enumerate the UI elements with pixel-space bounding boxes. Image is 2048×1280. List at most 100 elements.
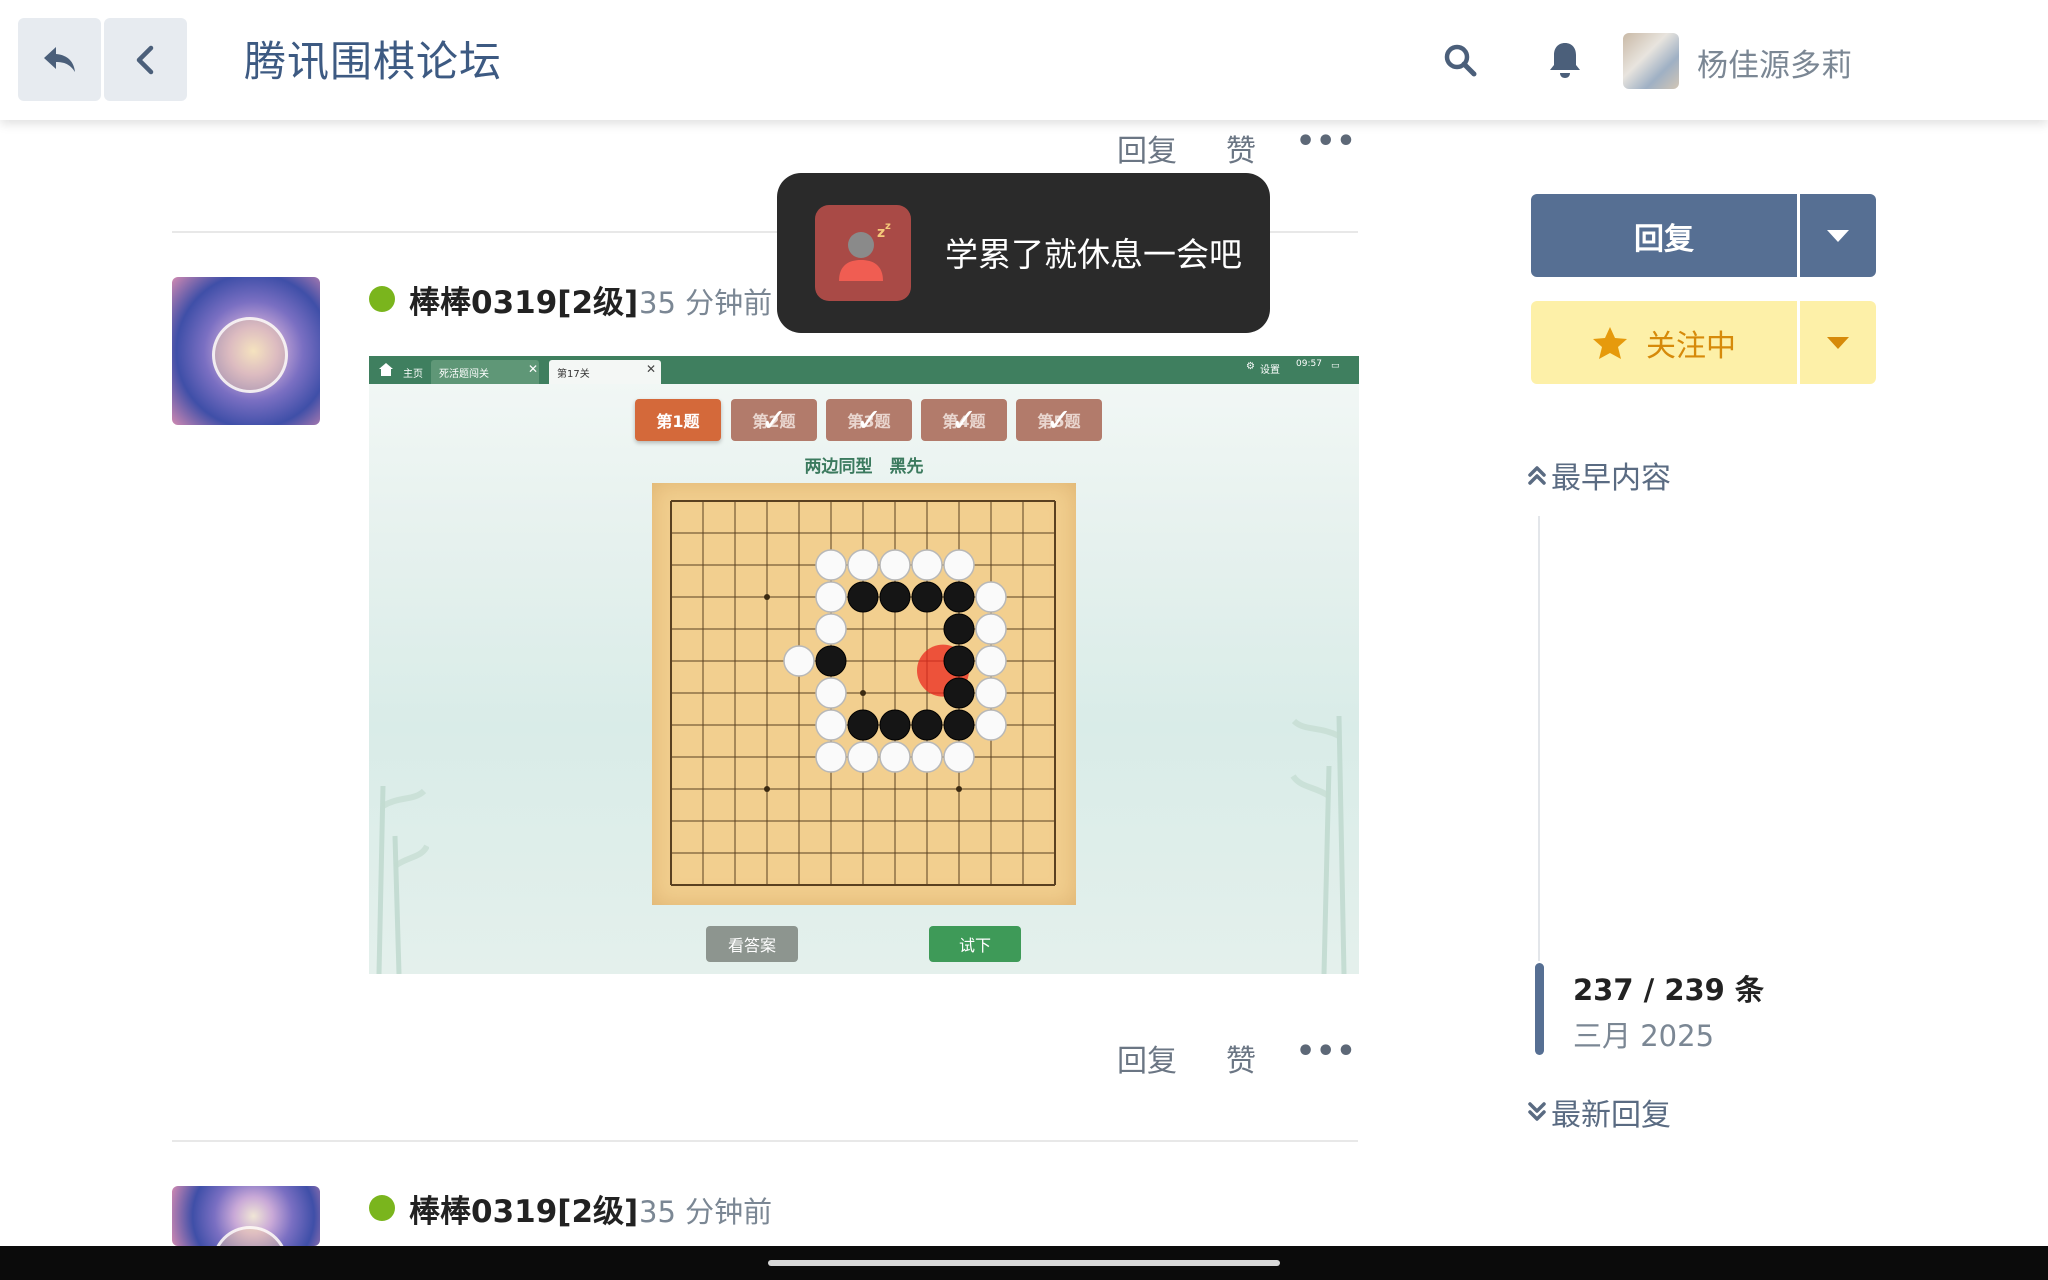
post-avatar[interactable] (172, 1186, 320, 1246)
black-stone (943, 677, 975, 709)
latest-reply-label: 最新回复 (1551, 1098, 1671, 1133)
post-image-go-problem[interactable]: 主页 死活题闯关 ✕ 第17关 ✕ ⚙ 设置 09:57 ▭ 第1题 第2题 第… (369, 356, 1359, 974)
post-progress: 237 / 239 条 (1573, 973, 1764, 1007)
notifications-button[interactable] (1541, 36, 1589, 84)
battery-icon: ▭ (1331, 361, 1340, 371)
post-username[interactable]: 棒棒0319[2级] (409, 1186, 638, 1231)
post-time[interactable]: 35 分钟前 (639, 280, 772, 322)
white-stone (847, 741, 879, 773)
bamboo-decoration (376, 785, 429, 974)
white-stone (815, 677, 847, 709)
site-title[interactable]: 腾讯围棋论坛 (244, 28, 502, 89)
post-username[interactable]: 棒棒0319[2级] (409, 277, 638, 322)
system-nav-bar (0, 1246, 2048, 1280)
reply-button[interactable]: 回复 (1531, 194, 1876, 277)
back-button[interactable] (18, 18, 101, 101)
white-stone (975, 677, 1007, 709)
like-link[interactable]: 赞 (1226, 1036, 1256, 1080)
home-indicator[interactable] (768, 1260, 1280, 1266)
toast-notification: z z 学累了就休息一会吧 (777, 173, 1270, 333)
search-icon (1444, 44, 1477, 77)
white-stone (847, 549, 879, 581)
double-chevron-up-icon (1528, 466, 1546, 485)
black-stone (879, 709, 911, 741)
question-tab-2: 第2题 (731, 399, 817, 441)
go-board-grid (670, 500, 1056, 886)
user-name[interactable]: 杨佳源多莉 (1697, 40, 1852, 85)
earliest-content-link[interactable]: 最早内容 (1527, 453, 1671, 497)
follow-button-label[interactable]: 关注中 (1531, 301, 1797, 384)
reply-button-label[interactable]: 回复 (1531, 194, 1797, 277)
reply-options-button[interactable] (1800, 194, 1876, 277)
star-point (956, 786, 962, 792)
post-time[interactable]: 35 分钟前 (639, 1189, 772, 1231)
star-point (764, 786, 770, 792)
star-point (860, 690, 866, 696)
more-icon[interactable]: ••• (1296, 1034, 1357, 1069)
online-status-icon (369, 1195, 395, 1221)
question-tab-4: 第4题 (921, 399, 1007, 441)
black-stone (911, 581, 943, 613)
black-stone (943, 709, 975, 741)
follow-text: 关注中 (1646, 328, 1736, 364)
game-settings-label: 设置 (1260, 365, 1280, 376)
home-icon (379, 363, 393, 376)
post-date: 三月 2025 (1573, 1019, 1715, 1053)
try-button: 试下 (929, 926, 1021, 962)
white-stone (879, 741, 911, 773)
reply-link[interactable]: 回复 (1117, 126, 1177, 170)
game-tab-home: 主页 (403, 369, 423, 380)
close-icon: ✕ (528, 362, 539, 376)
prev-button[interactable] (104, 18, 187, 101)
svg-text:z: z (877, 225, 885, 241)
game-topbar: 主页 死活题闯关 ✕ 第17关 ✕ ⚙ 设置 09:57 ▭ (369, 356, 1359, 384)
post-divider (172, 1140, 1358, 1142)
online-status-icon (369, 286, 395, 312)
caret-down-icon (1827, 336, 1849, 349)
post-avatar[interactable] (172, 277, 320, 425)
timeline-handle[interactable] (1535, 963, 1544, 1055)
black-stone (879, 581, 911, 613)
game-clock: 09:57 (1296, 359, 1322, 369)
white-stone (975, 709, 1007, 741)
white-stone (815, 549, 847, 581)
question-tab-3: 第3题 (826, 399, 912, 441)
game-tab-level: 死活题闯关 (431, 360, 539, 384)
top-header: 腾讯围棋论坛 杨佳源多莉 (0, 0, 2048, 120)
white-stone (911, 741, 943, 773)
search-button[interactable] (1436, 36, 1484, 84)
white-stone (975, 581, 1007, 613)
black-stone (943, 613, 975, 645)
timeline-track[interactable] (1538, 516, 1540, 961)
more-icon[interactable]: ••• (1296, 124, 1357, 159)
white-stone (943, 549, 975, 581)
game-tab-active: 第17关 (549, 360, 661, 384)
close-icon: ✕ (646, 362, 657, 376)
toast-message: 学累了就休息一会吧 (945, 235, 1242, 274)
black-stone (847, 581, 879, 613)
white-stone (975, 613, 1007, 645)
chevron-left-icon (136, 45, 153, 74)
question-tab-5: 第5题 (1016, 399, 1102, 441)
reply-link[interactable]: 回复 (1117, 1036, 1177, 1080)
white-stone (815, 741, 847, 773)
white-stone (943, 741, 975, 773)
like-link[interactable]: 赞 (1226, 126, 1256, 170)
bamboo-decoration (1290, 715, 1347, 974)
black-stone (911, 709, 943, 741)
user-avatar[interactable] (1623, 33, 1679, 89)
problem-subtitle: 两边同型 黑先 (804, 457, 924, 477)
black-stone (943, 581, 975, 613)
follow-options-button[interactable] (1800, 301, 1876, 384)
svg-text:z: z (885, 221, 891, 232)
follow-button[interactable]: 关注中 (1531, 301, 1876, 384)
black-stone (847, 709, 879, 741)
white-stone (975, 645, 1007, 677)
white-stone (911, 549, 943, 581)
black-stone (815, 645, 847, 677)
question-tab-1: 第1题 (635, 399, 721, 441)
bell-icon (1550, 43, 1580, 78)
go-board (652, 483, 1076, 905)
double-chevron-down-icon (1528, 1102, 1546, 1121)
latest-reply-link[interactable]: 最新回复 (1527, 1090, 1671, 1134)
